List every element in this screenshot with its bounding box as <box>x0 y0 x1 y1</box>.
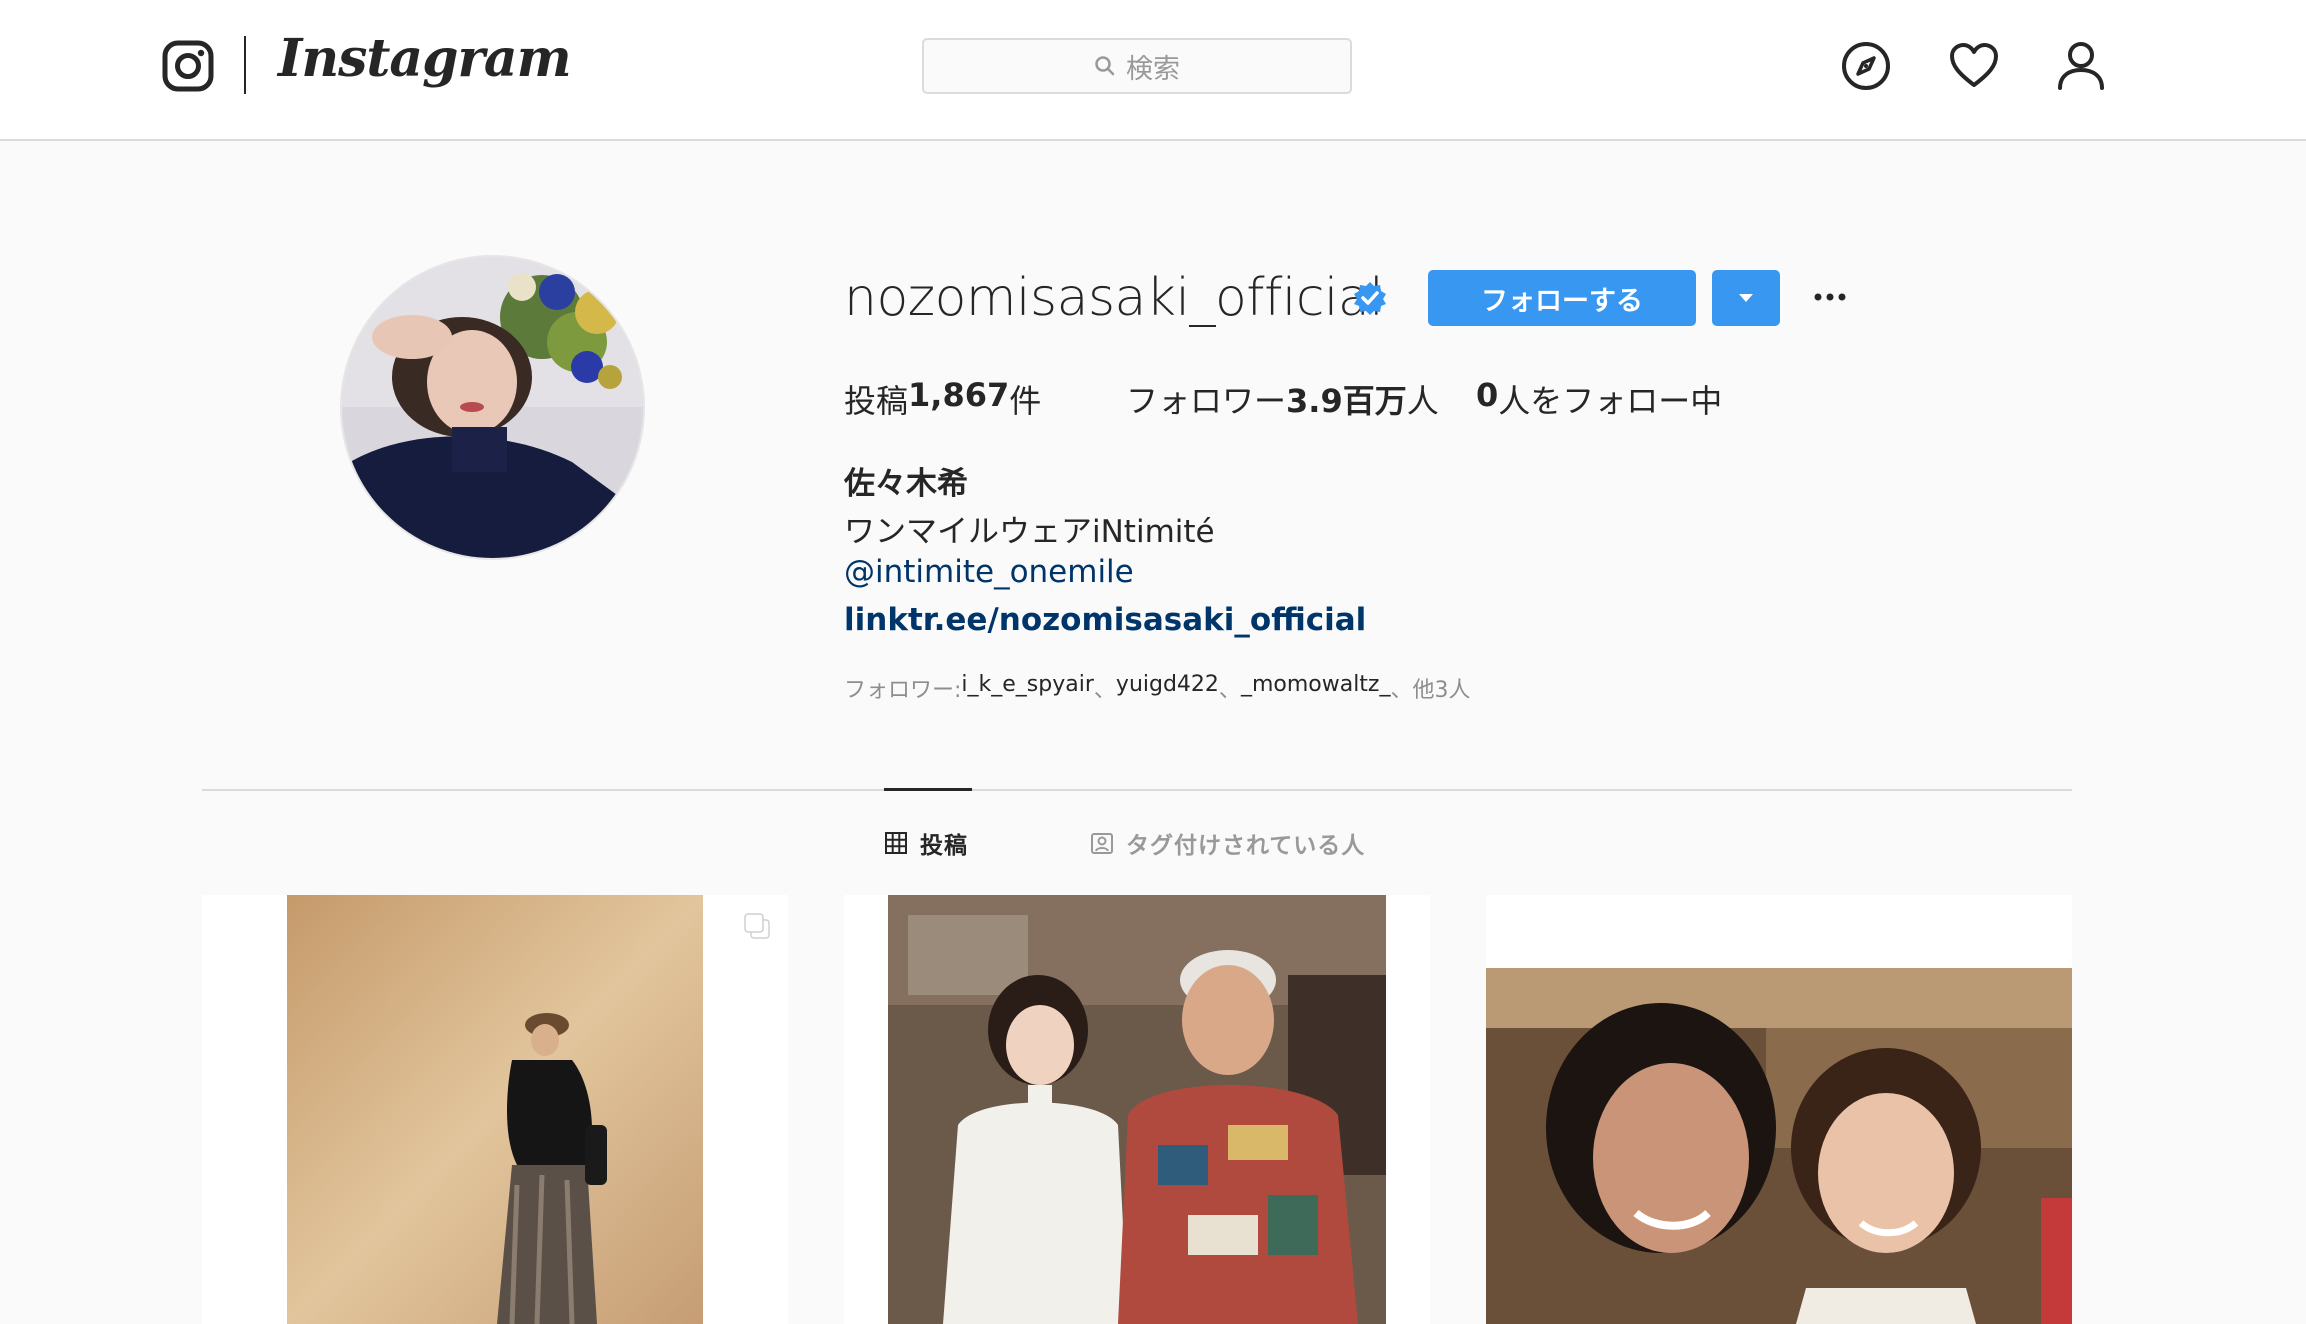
followed-by-separator: 、 <box>1093 678 1116 703</box>
followed-by-name[interactable]: yuigd422 <box>1116 672 1219 704</box>
following-suffix: 人をフォロー中 <box>1498 382 1723 420</box>
post-thumbnail[interactable] <box>1486 895 2072 1324</box>
logo-divider <box>244 36 246 94</box>
posts-suffix: 件 <box>1009 382 1042 420</box>
tab-tagged-label: タグ付けされている人 <box>1126 833 1366 859</box>
verified-badge-icon <box>1354 282 1386 315</box>
post-photo <box>287 895 703 1324</box>
ellipsis-icon <box>1814 293 1846 301</box>
following-value: 0 <box>1476 376 1499 414</box>
bio-mention-link[interactable]: @intimite_onemile <box>844 554 1134 590</box>
search-input[interactable]: 検索 <box>922 38 1352 94</box>
grid-icon <box>885 832 907 854</box>
post-thumbnail[interactable] <box>202 895 788 1324</box>
followed-by-name[interactable]: i_k_e_spyair <box>961 672 1093 704</box>
top-navigation-bar: Instagram 検索 <box>0 0 2306 141</box>
caret-down-icon <box>1739 294 1753 302</box>
followed-by-separator: 、 <box>1218 678 1241 703</box>
search-placeholder: 検索 <box>1126 53 1180 85</box>
followers-label: フォロワー <box>1126 382 1287 420</box>
followed-by-prefix: フォロワー: <box>844 678 962 703</box>
search-icon <box>1095 56 1115 76</box>
followers-value: 3.9百万 <box>1286 382 1407 420</box>
profile-person-icon[interactable] <box>2055 40 2107 92</box>
instagram-glyph-icon[interactable] <box>162 40 214 92</box>
profile-stats: 投稿 1,867 件 フォロワー 3.9百万人 0 人をフォロー中 <box>844 376 1722 422</box>
suggested-accounts-dropdown-button[interactable] <box>1712 270 1780 326</box>
post-photo <box>1486 968 2072 1324</box>
followed-by-others[interactable]: 他3人 <box>1413 672 1471 704</box>
active-tab-indicator <box>884 788 972 791</box>
heart-icon[interactable] <box>1948 40 2000 92</box>
posts-count: 投稿 1,867 件 <box>844 376 1104 422</box>
followed-by[interactable]: フォロワー: i_k_e_spyair 、 yuigd422 、 _momowa… <box>844 672 1471 704</box>
followers-suffix: 人 <box>1406 382 1439 420</box>
tab-tagged[interactable]: タグ付けされている人 <box>1090 826 1365 860</box>
post-photo <box>888 895 1386 1324</box>
instagram-wordmark[interactable]: Instagram <box>278 28 572 89</box>
posts-label: 投稿 <box>844 382 909 420</box>
explore-compass-icon[interactable] <box>1840 40 1892 92</box>
posts-value: 1,867 <box>908 376 1010 414</box>
more-options-button[interactable] <box>1812 282 1848 312</box>
followed-by-name[interactable]: _momowaltz_ <box>1241 672 1391 704</box>
follow-button[interactable]: フォローする <box>1428 270 1696 326</box>
post-thumbnail[interactable] <box>844 895 1430 1324</box>
profile-bio: ワンマイルウェアiNtimité <box>844 514 1215 550</box>
profile-avatar[interactable] <box>340 255 645 560</box>
tab-posts[interactable]: 投稿 <box>884 826 968 860</box>
tabs-divider <box>202 789 2072 791</box>
avatar-photo <box>342 257 643 558</box>
followers-count[interactable]: フォロワー 3.9百万人 <box>1126 376 1476 422</box>
tagged-person-icon <box>1091 833 1113 854</box>
profile-username: nozomisasaki_official <box>844 268 1384 328</box>
profile-external-link[interactable]: linktr.ee/nozomisasaki_official <box>844 602 1366 638</box>
followed-by-separator: 、 <box>1390 678 1413 703</box>
multiple-photos-icon <box>744 913 770 939</box>
following-count[interactable]: 0 人をフォロー中 <box>1476 376 1722 422</box>
tab-posts-label: 投稿 <box>920 833 968 859</box>
profile-full-name: 佐々木希 <box>844 466 968 502</box>
